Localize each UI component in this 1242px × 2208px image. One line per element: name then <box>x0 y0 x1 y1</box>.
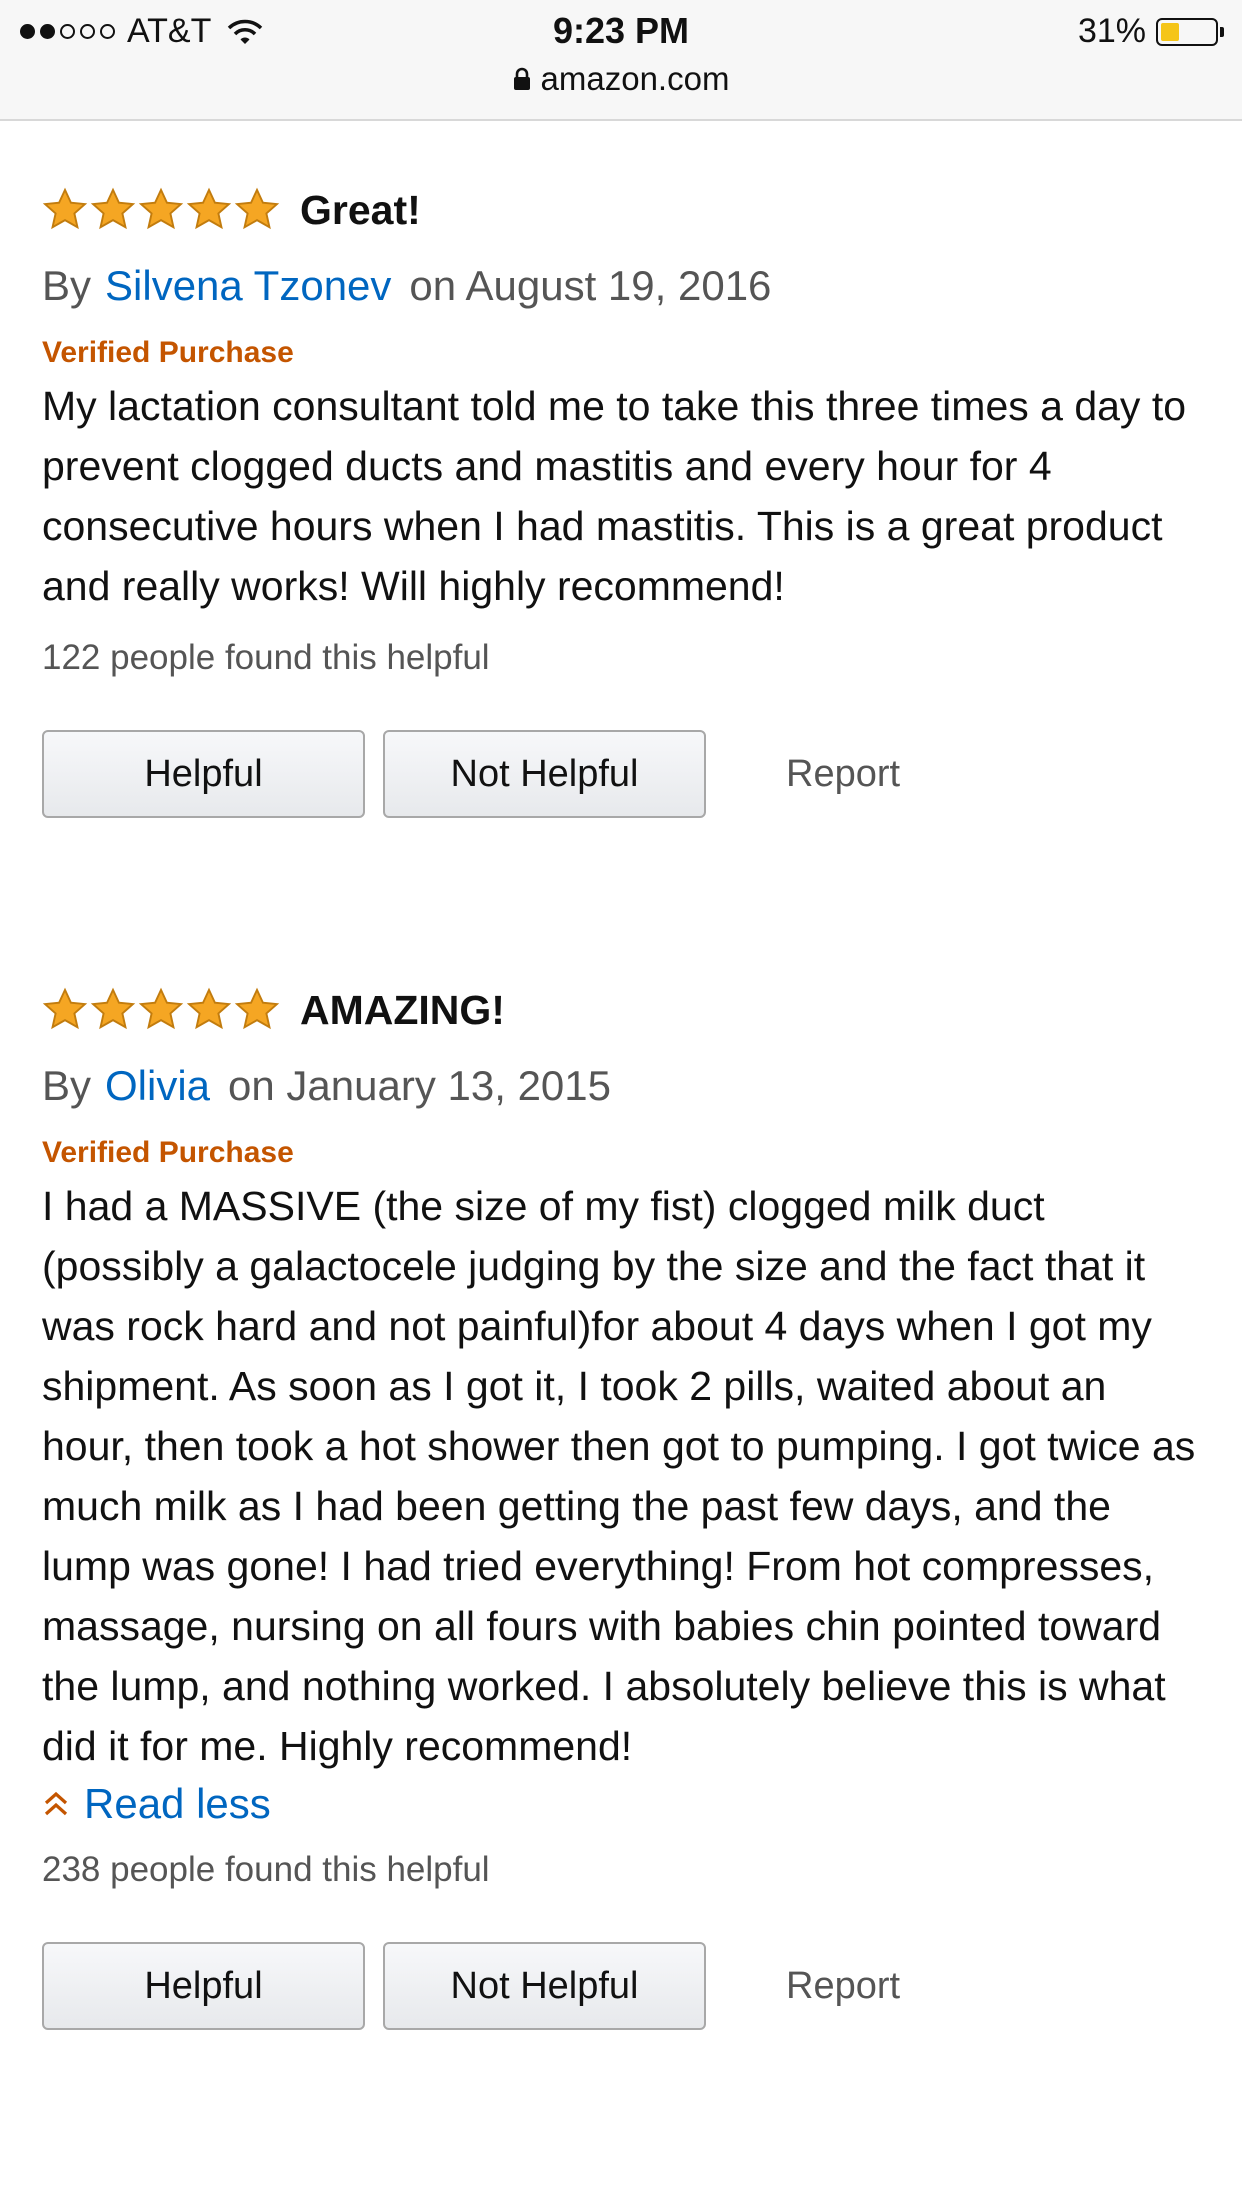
address-bar[interactable]: amazon.com <box>0 60 1242 98</box>
review-card: Great! By Silvena Tzonev on August 19, 2… <box>42 180 1202 818</box>
star-icon <box>90 987 136 1030</box>
url-text: amazon.com <box>540 60 730 97</box>
by-label: By <box>42 262 92 309</box>
review-body: My lactation consultant told me to take … <box>42 383 1187 609</box>
review-title[interactable]: Great! <box>300 187 421 234</box>
battery-percent: 31% <box>1077 12 1146 50</box>
review-byline: By Olivia on January 13, 2015 <box>42 1058 1202 1114</box>
verified-purchase-badge: Verified Purchase <box>42 1136 294 1169</box>
review-actions: Helpful Not Helpful Report <box>42 1942 1202 2030</box>
helpful-count: 122 people found this helpful <box>42 638 490 677</box>
battery-fill <box>1161 22 1179 41</box>
star-icon <box>234 187 280 230</box>
star-rating <box>42 987 280 1033</box>
star-icon <box>90 187 136 230</box>
lock-icon <box>513 67 530 90</box>
helpful-count: 238 people found this helpful <box>42 1850 490 1889</box>
star-icon <box>42 187 88 230</box>
review-body: I had a MASSIVE (the size of my fist) cl… <box>42 1183 1196 1769</box>
status-bar: AT&T 9:23 PM 31% amazon.com <box>0 0 1242 121</box>
double-chevron-up-icon <box>44 1791 68 1816</box>
star-rating <box>42 187 280 233</box>
star-icon <box>186 987 232 1030</box>
battery-icon <box>1156 17 1218 46</box>
author-link[interactable]: Silvena Tzonev <box>105 262 391 310</box>
star-icon <box>138 187 184 230</box>
status-time: 9:23 PM <box>552 10 690 51</box>
review-actions: Helpful Not Helpful Report <box>42 730 1202 818</box>
review-card: AMAZING! By Olivia on January 13, 2015 V… <box>42 980 1202 2030</box>
battery-indicator: 31% <box>1078 12 1224 51</box>
review-byline: By Silvena Tzonev on August 19, 2016 <box>42 258 1202 314</box>
report-link[interactable]: Report <box>786 753 900 796</box>
star-icon <box>42 987 88 1030</box>
by-label: By <box>42 1062 92 1109</box>
star-icon <box>234 987 280 1030</box>
review-date: on August 19, 2016 <box>409 262 772 309</box>
author-link[interactable]: Olivia <box>105 1062 210 1110</box>
read-less-label: Read less <box>84 1780 271 1827</box>
not-helpful-button[interactable]: Not Helpful <box>383 730 706 818</box>
review-date: on January 13, 2015 <box>228 1062 612 1109</box>
review-title[interactable]: AMAZING! <box>300 987 505 1034</box>
helpful-button[interactable]: Helpful <box>42 1942 365 2030</box>
not-helpful-button[interactable]: Not Helpful <box>383 1942 706 2030</box>
star-icon <box>138 987 184 1030</box>
helpful-button[interactable]: Helpful <box>42 730 365 818</box>
star-icon <box>186 187 232 230</box>
read-less-link[interactable]: Read less <box>42 1780 1202 1828</box>
report-link[interactable]: Report <box>786 1965 900 2008</box>
verified-purchase-badge: Verified Purchase <box>42 336 294 369</box>
